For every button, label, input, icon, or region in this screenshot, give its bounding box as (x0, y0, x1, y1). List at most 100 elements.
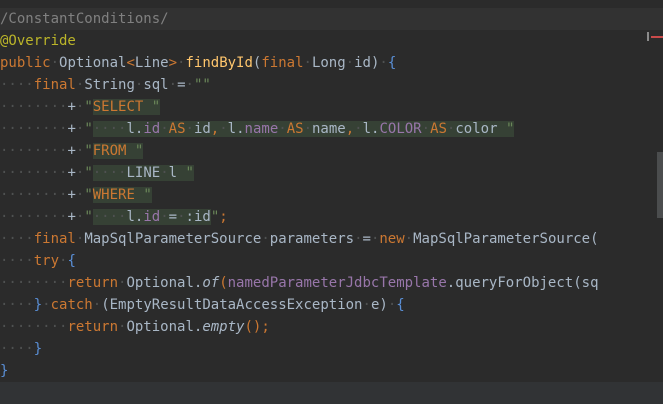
vertical-scrollbar-thumb[interactable] (657, 152, 663, 218)
token: l (126, 209, 135, 225)
code-line-9[interactable]: ········+·"WHERE " (0, 184, 663, 206)
token: " (210, 209, 220, 225)
token: final (33, 77, 76, 93)
code-line-1[interactable]: /ConstantConditions/ (0, 8, 663, 30)
token: , (210, 121, 220, 137)
method-name: findById (185, 55, 253, 71)
code-line-17[interactable]: } (0, 360, 663, 382)
token: id (143, 209, 161, 225)
token: LINE (126, 165, 161, 181)
token: catch (50, 297, 93, 313)
code-line-4[interactable]: ····final·String·sql·=·"" (0, 74, 663, 96)
suppression-comment: /ConstantConditions/ (0, 11, 169, 27)
code-line-14[interactable]: ····}·catch·(EmptyResultDataAccessExcept… (0, 294, 663, 316)
token: + (67, 209, 76, 225)
token: " (84, 187, 93, 203)
token: final (33, 231, 76, 247)
token: Line (134, 55, 169, 71)
code-line-11[interactable]: ····final·MapSqlParameterSource·paramete… (0, 228, 663, 250)
code-line-10[interactable]: ········+·"····l.id·=·:id"; (0, 206, 663, 228)
token: sql (143, 77, 169, 93)
token: ( (219, 275, 228, 291)
token: ( (244, 319, 253, 335)
token: return (67, 319, 119, 335)
token: String (84, 77, 135, 93)
token: new (379, 231, 405, 247)
token: empty (202, 319, 245, 335)
code-line-3[interactable]: public·Optional<Line>·findById(final·Lon… (0, 52, 663, 74)
token: ( (590, 231, 599, 247)
token: namedParameterJdbcTemplate (227, 275, 447, 291)
token: l (168, 165, 178, 181)
token: final (261, 55, 304, 71)
token: try (33, 253, 60, 269)
code-line-7[interactable]: ········+·"FROM " (0, 140, 663, 162)
token: } (0, 363, 9, 379)
token: = (362, 231, 371, 247)
sql-keyword: FROM (92, 143, 127, 159)
token: EmptyResultDataAccessException (109, 297, 363, 313)
code-line-15[interactable]: ········return·Optional.empty(); (0, 316, 663, 338)
token: " (84, 99, 93, 115)
token: } (33, 297, 43, 313)
token: COLOR (379, 121, 422, 137)
token: name (312, 121, 346, 137)
code-line-16[interactable]: ····} (0, 338, 663, 360)
token: id (143, 121, 161, 137)
token: ( (573, 275, 582, 291)
token: { (67, 253, 76, 269)
token: parameters (269, 231, 355, 247)
token: + (67, 165, 76, 181)
token: of (202, 275, 220, 291)
token: " (497, 121, 515, 137)
token: } (33, 341, 43, 357)
token: sq (581, 275, 599, 291)
token: AS (430, 121, 447, 137)
token: Optional (126, 319, 194, 335)
token: . (236, 121, 245, 137)
token: < (126, 55, 135, 71)
code-editor[interactable]: /ConstantConditions/ @Override public·Op… (0, 0, 663, 382)
code-line-5[interactable]: ········+·"SELECT " (0, 96, 663, 118)
token: " (126, 143, 144, 159)
token: " (134, 187, 152, 203)
token: + (67, 143, 76, 159)
token: id (354, 55, 371, 71)
token: Optional (59, 55, 127, 71)
token: l (227, 121, 237, 137)
token: = (168, 209, 178, 225)
token: + (67, 187, 76, 203)
token: > (168, 55, 178, 71)
sql-keyword: SELECT (92, 99, 144, 115)
token: " (177, 165, 194, 181)
sql-keyword: WHERE (92, 187, 135, 203)
token: "" (193, 77, 211, 93)
token: ) (379, 297, 388, 313)
token: name (244, 121, 279, 137)
code-line-6[interactable]: ········+·"····l.id·AS·id,·l.name·AS·nam… (0, 118, 663, 140)
error-stripe-marker-icon[interactable] (647, 32, 663, 41)
code-line-8[interactable]: ········+·"····LINE·l " (0, 162, 663, 184)
token: ( (101, 297, 110, 313)
token: . (446, 275, 456, 291)
token: ; (261, 319, 270, 335)
token: { (396, 297, 405, 313)
token: " (143, 99, 161, 115)
token: Long (311, 55, 346, 71)
token: public (0, 55, 51, 71)
token: l (362, 121, 372, 137)
horizontal-scrollbar-track[interactable] (0, 382, 663, 404)
token: MapSqlParameterSource (84, 231, 262, 247)
token: { (387, 55, 397, 71)
code-line-2[interactable]: @Override (0, 30, 663, 52)
code-line-13[interactable]: ········return·Optional.of(namedParamete… (0, 272, 663, 294)
token: Optional (126, 275, 194, 291)
token: + (67, 121, 76, 137)
annotation-override: @Override (0, 33, 76, 49)
token: = (177, 77, 186, 93)
code-line-12[interactable]: ····try·{ (0, 250, 663, 272)
token: " (84, 121, 93, 137)
token: " (84, 143, 93, 159)
token: + (67, 99, 76, 115)
token: , (345, 121, 355, 137)
